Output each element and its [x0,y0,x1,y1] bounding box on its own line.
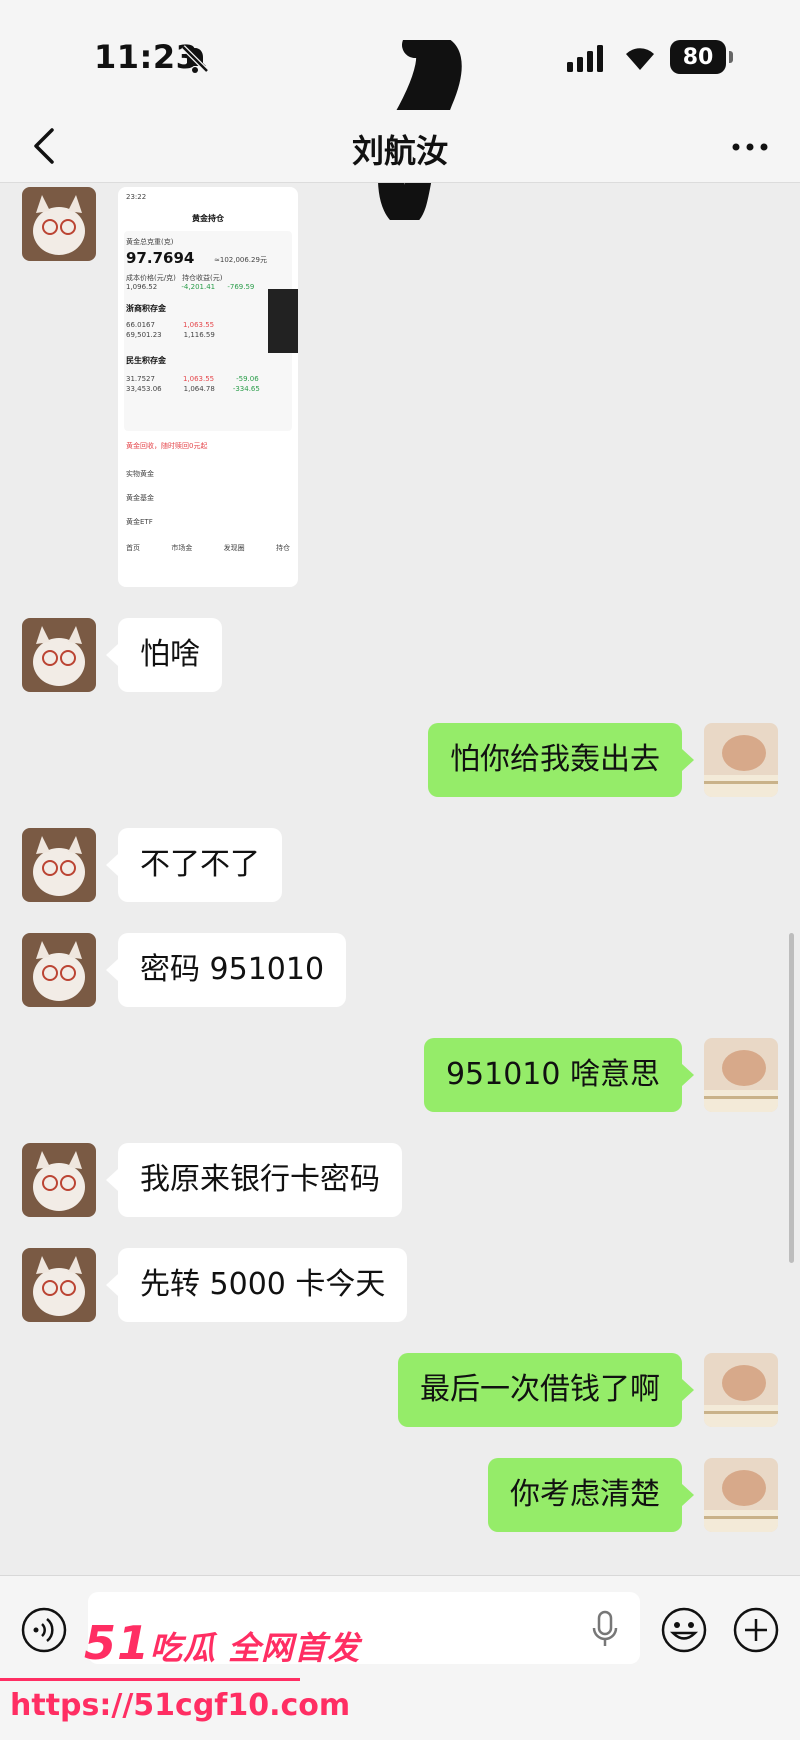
chat-header: 刘航汝 [0,110,800,183]
incoming-message: 我原来银行卡密码 [0,1143,800,1223]
watermark-line [0,1678,300,1681]
watermark-brand: 51吃瓜 全网首发 [84,1616,360,1670]
message-bubble[interactable]: 951010 啥意思 [423,1038,695,1112]
mic-icon[interactable] [590,1610,620,1648]
shot-list-item: 黄金ETF [126,518,153,526]
message-bubble[interactable]: 密码 951010 [105,933,347,1007]
signal-icon [567,45,603,72]
shot-popup [268,289,298,353]
shot-tab: 首页 [126,544,140,552]
my-avatar[interactable] [704,1458,778,1532]
watermark-number: 51 [84,1616,151,1670]
shot-cell: 69,501.23 [126,331,162,339]
incoming-message: 不了不了 [0,828,800,908]
incoming-message: 密码 951010 [0,933,800,1013]
shot-list-item: 实物黄金 [126,470,154,478]
shot-section-title: 民生积存金 [126,356,166,365]
shared-screenshot[interactable]: 23:22 黄金持仓 黄金总克重(克) 97.7694 ≈102,006.29元… [118,187,298,587]
shot-tip: 黄金回收，随时赎回0元起 [126,442,208,450]
incoming-message: 先转 5000 卡今天 [0,1248,800,1328]
shot-stat-label: 持仓收益(元) [182,274,223,282]
shot-list-item: 黄金基金 [126,494,154,502]
shot-section-title: 浙商积存金 [126,304,166,313]
my-avatar[interactable] [704,1038,778,1112]
contact-avatar[interactable] [22,187,96,261]
contact-avatar[interactable] [22,1248,96,1322]
outgoing-message: 最后一次借钱了啊 [0,1353,800,1433]
shot-stat-value: 1,096.52 [126,283,158,291]
shot-tab: 发现圈 [223,544,245,552]
shot-tab: 持仓 [275,544,290,552]
shot-stat-label: 成本价格(元/克) [126,274,176,282]
shot-cell: 33,453.06 [126,385,162,393]
incoming-message: 怕啥 [0,618,800,698]
emoji-icon[interactable] [660,1606,708,1654]
contact-avatar[interactable] [22,828,96,902]
message-bubble[interactable]: 不了不了 [106,828,282,902]
watermark-url: https://51cgf10.com [10,1688,351,1723]
voice-icon[interactable] [20,1606,68,1654]
wifi-icon [626,48,654,70]
shot-cell: 1,063.55 [182,375,215,383]
contact-avatar[interactable] [22,933,96,1007]
more-dots-icon[interactable] [730,140,770,154]
shot-stat-value: -4,201.41 [181,283,216,291]
shot-status-time: 23:22 [126,193,147,201]
outgoing-message: 你考虑清楚 [0,1458,800,1538]
plus-circle-icon[interactable] [732,1606,780,1654]
shot-cell: -59.06 [236,375,259,383]
shot-cell: -334.65 [232,385,260,393]
shot-page-title: 黄金持仓 [192,214,224,223]
mute-bell-icon [181,45,209,73]
outgoing-message: 怕你给我轰出去 [0,723,800,803]
my-avatar[interactable] [704,723,778,797]
shot-cell: 1,063.55 [182,321,215,329]
my-avatar[interactable] [704,1353,778,1427]
shot-cell: 1,116.59 [183,331,215,339]
shot-total-sub: ≈102,006.29元 [214,256,267,264]
contact-avatar[interactable] [22,618,96,692]
shot-tab: 市场金 [171,544,193,552]
shot-cell: 31.7527 [126,375,155,383]
message-bubble[interactable]: 你考虑清楚 [488,1458,694,1532]
shot-cell: 66.0167 [126,321,155,329]
message-bubble[interactable]: 怕啥 [106,618,222,692]
contact-avatar[interactable] [22,1143,96,1217]
message-list[interactable]: 23:22 黄金持仓 黄金总克重(克) 97.7694 ≈102,006.29元… [0,183,800,1575]
battery-indicator: 80 [670,40,733,74]
message-bubble[interactable]: 先转 5000 卡今天 [105,1248,408,1322]
message-bubble[interactable]: 怕你给我轰出去 [428,723,694,797]
shot-total-label: 黄金总克重(克) [126,238,174,246]
image-message[interactable]: 23:22 黄金持仓 黄金总克重(克) 97.7694 ≈102,006.29元… [0,183,800,593]
watermark-text: 吃瓜 全网首发 [150,1629,361,1667]
message-bubble[interactable]: 最后一次借钱了啊 [398,1353,694,1427]
scrollbar[interactable] [789,933,794,1263]
shot-stat-value: -769.59 [227,283,255,291]
shot-cell: 1,064.78 [183,385,215,393]
contact-name[interactable]: 刘航汝 [0,126,800,172]
outgoing-message: 951010 啥意思 [0,1038,800,1118]
message-bubble[interactable]: 我原来银行卡密码 [106,1143,402,1217]
status-bar: 11:23 80 [0,0,800,220]
